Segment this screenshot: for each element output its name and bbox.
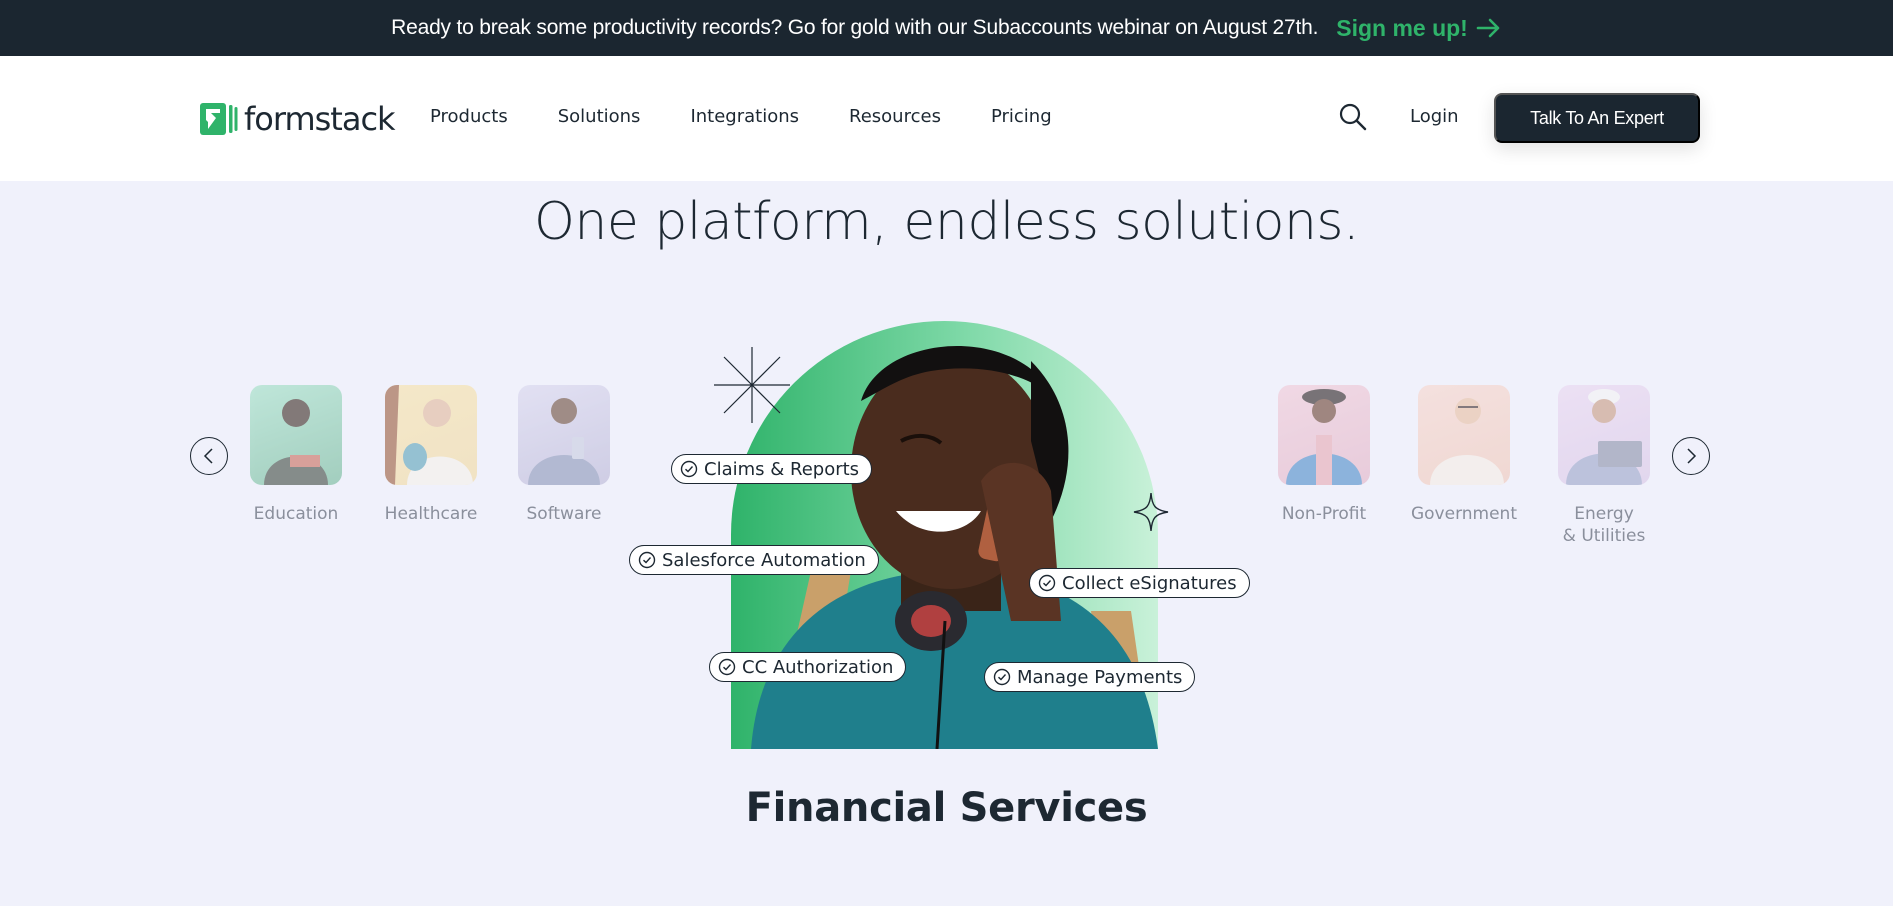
industry-label-line1: Energy: [1574, 504, 1634, 524]
carousel-next-button[interactable]: [1672, 437, 1710, 475]
nav-resources[interactable]: Resources: [849, 106, 941, 127]
main-nav: Products Solutions Integrations Resource…: [430, 106, 1052, 127]
feature-pill-collect-esignatures[interactable]: Collect eSignatures: [1029, 568, 1250, 598]
sign-up-label: Sign me up!: [1336, 14, 1468, 41]
industry-healthcare[interactable]: Healthcare: [371, 385, 491, 525]
chevron-right-icon: [1684, 447, 1698, 465]
arrow-right-icon: [1476, 18, 1502, 38]
chevron-left-icon: [202, 447, 216, 465]
selected-industry-title: Financial Services: [745, 785, 1148, 831]
industry-education[interactable]: Education: [236, 385, 356, 525]
banner-text: Ready to break some productivity records…: [391, 16, 1319, 39]
carousel-prev-button[interactable]: [190, 437, 228, 475]
industry-label: Software: [526, 504, 602, 524]
talk-to-expert-button[interactable]: Talk To An Expert: [1494, 93, 1700, 143]
feature-pill-salesforce-automation[interactable]: Salesforce Automation: [629, 545, 879, 575]
healthcare-image: [385, 385, 477, 485]
formstack-logo[interactable]: formstack: [200, 100, 396, 138]
non-profit-image: [1278, 385, 1370, 485]
check-circle-icon: [718, 658, 736, 676]
industry-non-profit[interactable]: Non-Profit: [1264, 385, 1384, 525]
hero-title: One platform, endless solutions.: [533, 192, 1360, 252]
industry-label: Non-Profit: [1281, 504, 1367, 524]
nav-products[interactable]: Products: [430, 106, 508, 127]
feature-label: Salesforce Automation: [662, 549, 866, 571]
check-circle-icon: [993, 668, 1011, 686]
feature-label: Manage Payments: [1017, 666, 1183, 688]
feature-pill-cc-authorization[interactable]: CC Authorization: [709, 652, 907, 682]
sign-up-link[interactable]: Sign me up!: [1336, 15, 1502, 42]
sparkle-star-icon: [1133, 492, 1169, 536]
industry-government[interactable]: Government: [1404, 385, 1524, 525]
check-circle-icon: [680, 460, 698, 478]
industry-energy-utilities[interactable]: Energy & Utilities: [1544, 385, 1664, 547]
nav-pricing[interactable]: Pricing: [991, 106, 1052, 127]
energy-utilities-image: [1558, 385, 1650, 485]
login-link[interactable]: Login: [1410, 106, 1459, 127]
logo-text: formstack: [244, 100, 396, 138]
education-image: [250, 385, 342, 485]
feature-pill-manage-payments[interactable]: Manage Payments: [984, 662, 1196, 692]
industry-label-line2: & Utilities: [1562, 526, 1646, 546]
site-header: formstack Products Solutions Integration…: [0, 56, 1893, 181]
industry-software[interactable]: Software: [504, 385, 624, 525]
feature-label: CC Authorization: [742, 656, 894, 678]
feature-label: Claims & Reports: [704, 458, 860, 480]
nav-solutions[interactable]: Solutions: [558, 106, 641, 127]
check-circle-icon: [638, 551, 656, 569]
industry-label: Education: [253, 504, 339, 524]
industry-label: Healthcare: [384, 504, 478, 524]
sparkle-burst-icon: [712, 345, 792, 429]
formstack-logo-icon: [200, 102, 238, 136]
announcement-banner: Ready to break some productivity records…: [0, 0, 1893, 56]
software-image: [518, 385, 610, 485]
search-icon[interactable]: [1338, 102, 1368, 132]
government-image: [1418, 385, 1510, 485]
feature-pill-claims-reports[interactable]: Claims & Reports: [671, 454, 873, 484]
industry-label: Government: [1410, 504, 1518, 524]
industry-label: Energy & Utilities: [1544, 503, 1664, 547]
feature-label: Collect eSignatures: [1062, 572, 1237, 594]
nav-integrations[interactable]: Integrations: [690, 106, 799, 127]
check-circle-icon: [1038, 574, 1056, 592]
